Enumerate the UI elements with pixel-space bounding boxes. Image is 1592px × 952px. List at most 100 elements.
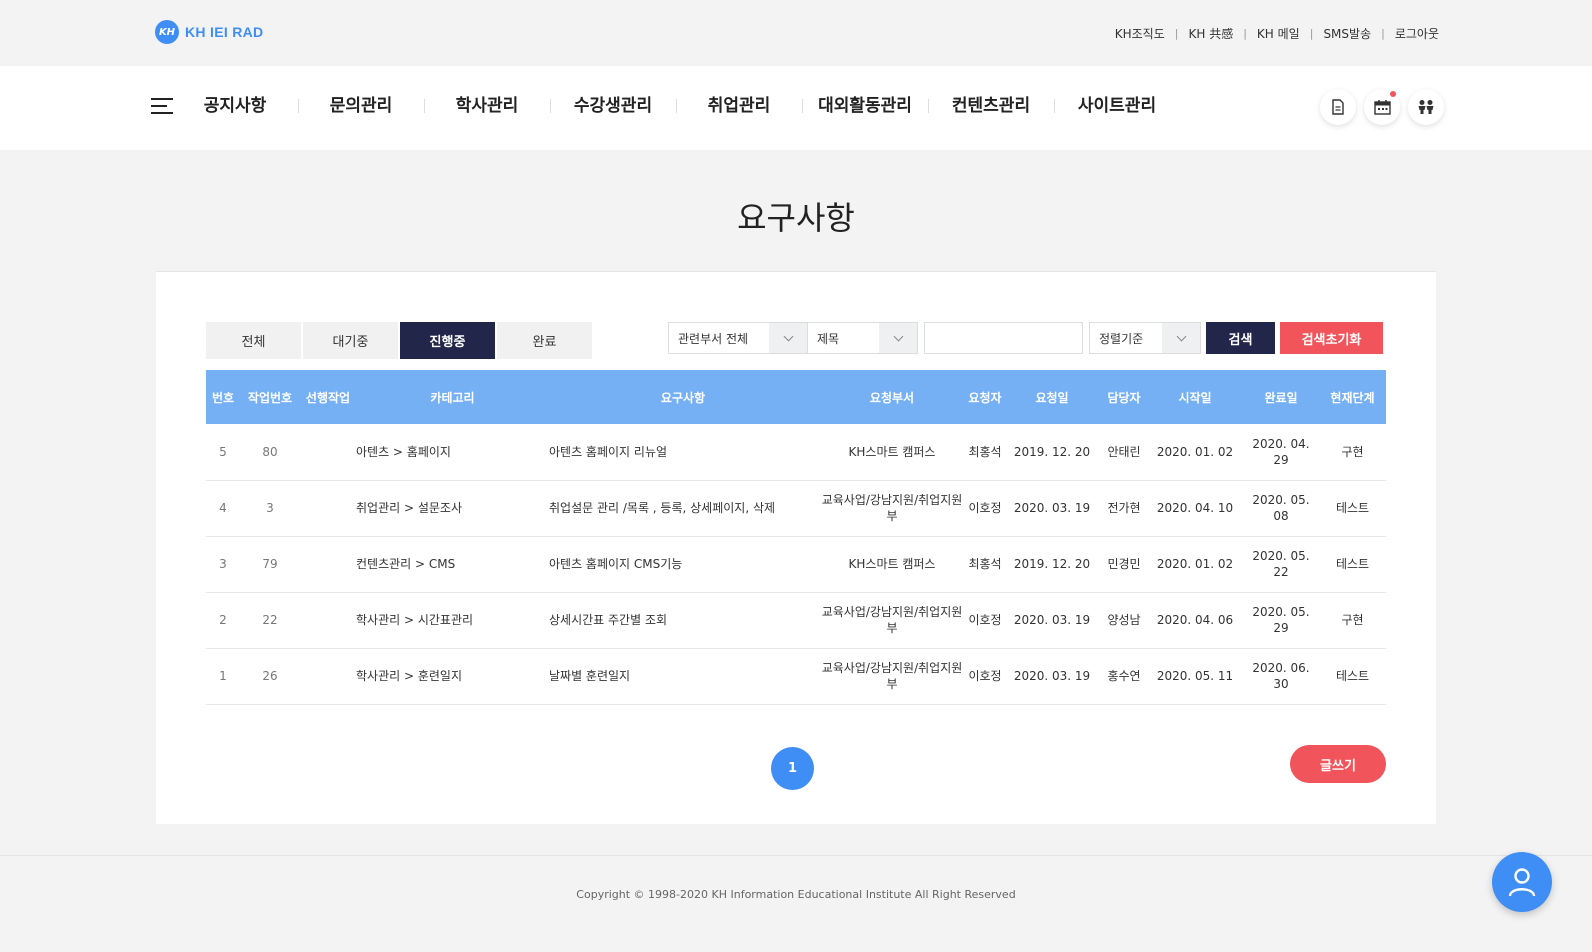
site-logo[interactable]: KH KH IEI RAD <box>155 20 263 44</box>
cell-stage: 테스트 <box>1319 536 1386 593</box>
cell-category: 학사관리 > 시간표관리 <box>356 592 549 649</box>
cell-end-date: 2020. 05. 08 <box>1243 480 1319 537</box>
calendar-icon <box>1373 100 1391 115</box>
search-button[interactable]: 검색 <box>1206 322 1275 354</box>
col-header-task-number[interactable]: 작업번호 <box>240 370 300 424</box>
cell-request-date: 2020. 03. 19 <box>1003 480 1101 537</box>
document-button[interactable] <box>1320 89 1356 125</box>
cell-requirement[interactable]: 취업설문 관리 /목록 , 등록, 상세페이지, 삭제 <box>549 480 817 537</box>
status-tabs: 전체 대기중 진행중 완료 <box>206 322 592 359</box>
nav-item-notice[interactable]: 공지사항 <box>172 94 298 118</box>
nav-item-employment[interactable]: 취업관리 <box>676 94 802 118</box>
table-row[interactable]: 4 3 취업관리 > 설문조사 취업설문 관리 /목록 , 등록, 상세페이지,… <box>206 480 1386 537</box>
cell-task-number: 26 <box>240 648 300 705</box>
user-profile-button[interactable] <box>1492 852 1552 912</box>
cell-category: 아텐츠 > 홈페이지 <box>356 424 549 481</box>
nav-item-external-activities[interactable]: 대외활동관리 <box>802 94 928 118</box>
util-link-mail[interactable]: KH 메일 <box>1257 25 1300 42</box>
notification-dot <box>1390 91 1396 97</box>
col-header-request-date[interactable]: 요청일 <box>1003 370 1101 424</box>
table-header-row: 번호 작업번호 선행작업 카테고리 요구사항 요청부서 요청자 요청일 담당자 … <box>206 370 1386 424</box>
col-header-prerequisite[interactable]: 선행작업 <box>300 370 356 424</box>
cell-requirement[interactable]: 아텐츠 홈페이지 리뉴얼 <box>549 424 817 481</box>
cell-assignee: 양성남 <box>1101 592 1147 649</box>
cell-requirement[interactable]: 상세시간표 주간별 조회 <box>549 592 817 649</box>
cell-requester: 이호정 <box>967 480 1003 537</box>
write-button[interactable]: 글쓰기 <box>1290 745 1386 783</box>
nav-item-contents[interactable]: 컨텐츠관리 <box>928 94 1054 118</box>
copyright-text: Copyright © 1998-2020 KH Information Edu… <box>576 888 1016 901</box>
table-row[interactable]: 5 80 아텐츠 > 홈페이지 아텐츠 홈페이지 리뉴얼 KH스마트 캠퍼스 최… <box>206 424 1386 481</box>
col-header-end-date[interactable]: 완료일 <box>1243 370 1319 424</box>
cell-department: 교육사업/강남지원/취업지원부 <box>817 480 967 537</box>
col-header-department[interactable]: 요청부서 <box>817 370 967 424</box>
main-menu: 공지사항 문의관리 학사관리 수강생관리 취업관리 대외활동관리 컨텐츠관리 사… <box>172 94 1180 118</box>
cell-request-date: 2019. 12. 20 <box>1003 424 1101 481</box>
cell-prerequisite <box>300 480 356 537</box>
department-select[interactable]: 관련부서 전체 <box>668 322 808 354</box>
nav-item-inquiry[interactable]: 문의관리 <box>298 94 424 118</box>
nav-item-students[interactable]: 수강생관리 <box>550 94 676 118</box>
cell-assignee: 민경민 <box>1101 536 1147 593</box>
col-header-category[interactable]: 카테고리 <box>356 370 549 424</box>
logo-text: KH IEI RAD <box>185 24 264 40</box>
col-header-start-date[interactable]: 시작일 <box>1147 370 1243 424</box>
cell-start-date: 2020. 01. 02 <box>1147 424 1243 481</box>
cell-requester: 최홍석 <box>967 536 1003 593</box>
cell-start-date: 2020. 05. 11 <box>1147 648 1243 705</box>
cell-number: 3 <box>206 536 240 593</box>
cell-start-date: 2020. 04. 10 <box>1147 480 1243 537</box>
search-input[interactable] <box>924 322 1083 354</box>
util-link-empathy[interactable]: KH 共感 <box>1188 25 1233 42</box>
user-icon <box>1508 868 1536 897</box>
footer: Copyright © 1998-2020 KH Information Edu… <box>0 855 1592 952</box>
cell-number: 4 <box>206 480 240 537</box>
cell-category: 컨텐츠관리 > CMS <box>356 536 549 593</box>
field-select[interactable]: 제목 <box>808 322 918 354</box>
pagination-page-1[interactable]: 1 <box>771 747 814 790</box>
util-link-logout[interactable]: 로그아웃 <box>1395 25 1439 42</box>
cell-assignee: 안태린 <box>1101 424 1147 481</box>
cell-stage: 구현 <box>1319 424 1386 481</box>
cell-category: 취업관리 > 설문조사 <box>356 480 549 537</box>
cell-requirement[interactable]: 날짜별 훈련일지 <box>549 648 817 705</box>
col-header-requester[interactable]: 요청자 <box>967 370 1003 424</box>
col-header-requirement[interactable]: 요구사항 <box>549 370 817 424</box>
cell-requirement[interactable]: 아텐츠 홈페이지 CMS기능 <box>549 536 817 593</box>
table-row[interactable]: 1 26 학사관리 > 훈련일지 날짜별 훈련일지 교육사업/강남지원/취업지원… <box>206 648 1386 705</box>
util-link-sms[interactable]: SMS발송 <box>1323 25 1371 42</box>
cell-prerequisite <box>300 592 356 649</box>
cell-prerequisite <box>300 424 356 481</box>
main-navigation: 공지사항 문의관리 학사관리 수강생관리 취업관리 대외활동관리 컨텐츠관리 사… <box>0 66 1592 150</box>
top-utility-bar: KH KH IEI RAD KH조직도 | KH 共感 | KH 메일 | SM… <box>0 0 1592 66</box>
util-link-org-chart[interactable]: KH조직도 <box>1115 25 1165 42</box>
col-header-assignee[interactable]: 담당자 <box>1101 370 1147 424</box>
col-header-number[interactable]: 번호 <box>206 370 240 424</box>
tab-all[interactable]: 전체 <box>206 322 301 359</box>
cell-requester: 최홍석 <box>967 424 1003 481</box>
divider: | <box>1309 27 1314 40</box>
cell-requester: 이호정 <box>967 648 1003 705</box>
cell-department: 교육사업/강남지원/취업지원부 <box>817 648 967 705</box>
sort-select[interactable]: 정렬기준 <box>1089 322 1201 354</box>
calendar-button[interactable] <box>1364 89 1400 125</box>
hamburger-menu-icon[interactable] <box>151 98 173 114</box>
table-row[interactable]: 2 22 학사관리 > 시간표관리 상세시간표 주간별 조회 교육사업/강남지원… <box>206 592 1386 649</box>
cell-end-date: 2020. 05. 29 <box>1243 592 1319 649</box>
cell-department: 교육사업/강남지원/취업지원부 <box>817 592 967 649</box>
nav-item-academic[interactable]: 학사관리 <box>424 94 550 118</box>
col-header-stage[interactable]: 현재단계 <box>1319 370 1386 424</box>
tab-waiting[interactable]: 대기중 <box>303 322 398 359</box>
nav-item-site[interactable]: 사이트관리 <box>1054 94 1180 118</box>
reset-search-button[interactable]: 검색초기화 <box>1280 322 1383 354</box>
search-bar: 관련부서 전체 제목 정렬기준 검색 검색초기화 <box>668 322 1383 354</box>
table-row[interactable]: 3 79 컨텐츠관리 > CMS 아텐츠 홈페이지 CMS기능 KH스마트 캠퍼… <box>206 536 1386 593</box>
cell-number: 1 <box>206 648 240 705</box>
people-button[interactable] <box>1408 89 1444 125</box>
cell-task-number: 79 <box>240 536 300 593</box>
cell-task-number: 3 <box>240 480 300 537</box>
cell-stage: 구현 <box>1319 592 1386 649</box>
tab-in-progress[interactable]: 진행중 <box>400 322 495 359</box>
tab-completed[interactable]: 완료 <box>497 322 592 359</box>
sort-select-value: 정렬기준 <box>1099 331 1144 346</box>
